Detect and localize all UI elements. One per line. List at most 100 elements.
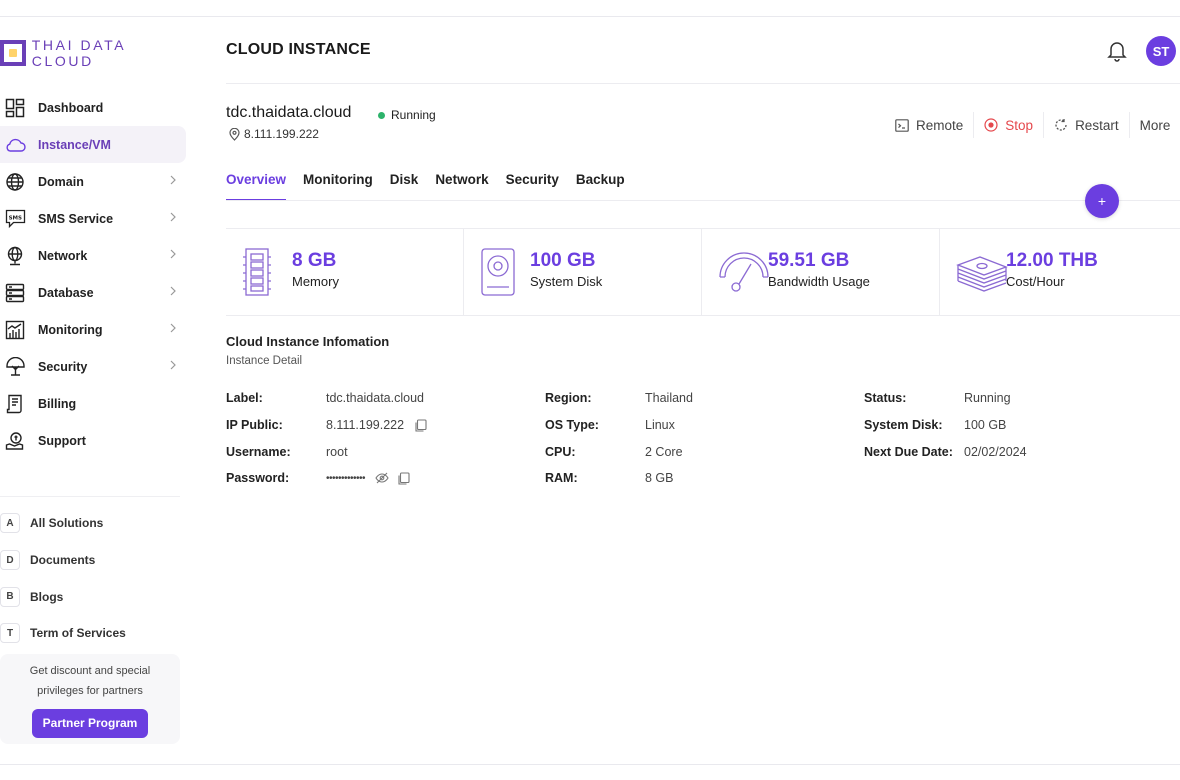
info-subtitle: Instance Detail <box>226 355 303 367</box>
eye-off-icon[interactable] <box>375 472 389 484</box>
sidebar-item-label: Monitoring <box>38 322 103 337</box>
database-icon <box>4 282 26 304</box>
stat-bandwidth: 59.51 GB Bandwidth Usage <box>702 229 940 315</box>
chevron-right-icon <box>170 323 176 333</box>
link-blogs[interactable]: B Blogs <box>0 578 192 615</box>
info-title: Cloud Instance Infomation <box>226 334 390 349</box>
link-all-solutions[interactable]: A All Solutions <box>0 505 192 542</box>
tab-disk[interactable]: Disk <box>390 172 419 201</box>
more-button[interactable]: More <box>1128 112 1180 138</box>
detail-value: Linux <box>645 418 675 432</box>
remote-button[interactable]: Remote <box>885 112 973 138</box>
stat-label: System Disk <box>530 274 603 289</box>
cloud-icon <box>4 134 26 156</box>
detail-system-disk: System Disk: 100 GB <box>864 417 1006 433</box>
detail-key: System Disk: <box>864 418 943 432</box>
detail-key: Status: <box>864 391 907 405</box>
detail-value-text: root <box>326 445 348 459</box>
detail-key: RAM: <box>545 471 578 485</box>
instance-actions: Remote Stop Restart More <box>885 112 1180 138</box>
link-label: Documents <box>30 553 96 568</box>
sidebar-item-label: Instance/VM <box>38 137 111 152</box>
sidebar-item-label: Dashboard <box>38 100 104 115</box>
stat-value: 100 GB <box>530 250 596 271</box>
sidebar-item-label: Database <box>38 285 94 300</box>
chevron-right-icon <box>170 175 176 185</box>
bottom-divider <box>0 764 1180 765</box>
sidebar-item-monitoring[interactable]: Monitoring <box>0 311 192 348</box>
add-button[interactable]: + <box>1085 184 1119 218</box>
detail-value-text: 2 Core <box>645 445 683 459</box>
detail-region: Region: Thailand <box>545 390 693 406</box>
tab-monitoring[interactable]: Monitoring <box>303 172 373 201</box>
link-term-of-services[interactable]: T Term of Services <box>0 615 192 652</box>
detail-key: OS Type: <box>545 418 599 432</box>
page-title: CLOUD INSTANCE <box>226 41 371 58</box>
copy-icon[interactable] <box>397 471 410 485</box>
restart-label: Restart <box>1075 117 1119 133</box>
detail-value-text: 02/02/2024 <box>964 445 1027 459</box>
detail-value-text: 8 GB <box>645 471 674 485</box>
instance-name: tdc.thaidata.cloud <box>226 104 352 121</box>
sidebar-item-sms[interactable]: SMS SMS Service <box>0 200 192 237</box>
link-documents[interactable]: D Documents <box>0 542 192 579</box>
restart-icon <box>1054 118 1068 132</box>
restart-button[interactable]: Restart <box>1043 112 1129 138</box>
sidebar-links: A All Solutions D Documents B Blogs T Te… <box>0 505 192 652</box>
stat-value: 59.51 GB <box>768 250 850 271</box>
instance-ip: 8.111.199.222 <box>229 127 319 141</box>
tab-network[interactable]: Network <box>435 172 488 201</box>
brand-logo[interactable]: THAI DATA CLOUD <box>0 37 192 69</box>
detail-value: 100 GB <box>964 418 1006 432</box>
bell-icon[interactable] <box>1107 40 1127 67</box>
brand-name: THAI DATA CLOUD <box>31 37 126 69</box>
detail-ram: RAM: 8 GB <box>545 470 674 486</box>
tab-overview[interactable]: Overview <box>226 172 287 201</box>
sidebar-item-label: Security <box>38 359 88 374</box>
stat-system-disk: 100 GB System Disk <box>464 229 702 315</box>
header-divider <box>226 83 1180 84</box>
detail-value-text: Thailand <box>645 391 693 405</box>
sidebar-item-security[interactable]: Security <box>0 348 192 385</box>
memory-icon <box>242 247 272 302</box>
shield-icon <box>4 356 26 378</box>
sidebar-item-network[interactable]: Network <box>0 237 192 274</box>
link-badge: D <box>0 550 20 571</box>
partner-program-button[interactable]: Partner Program <box>32 709 148 738</box>
detail-value: tdc.thaidata.cloud <box>326 391 424 405</box>
gauge-icon <box>718 247 770 302</box>
link-badge: T <box>0 623 20 644</box>
sidebar-item-database[interactable]: Database <box>0 274 192 311</box>
detail-ip-public: IP Public: 8.111.199.222 <box>226 417 427 433</box>
detail-value: 2 Core <box>645 445 683 459</box>
sidebar-item-domain[interactable]: Domain <box>0 163 192 200</box>
stat-cost-hour: 12.00 THB Cost/Hour <box>940 229 1178 315</box>
avatar[interactable]: ST <box>1146 36 1176 66</box>
tab-security[interactable]: Security <box>506 172 559 201</box>
link-label: Blogs <box>30 589 64 604</box>
detail-value: Thailand <box>645 391 693 405</box>
chevron-right-icon <box>170 360 176 370</box>
sidebar-item-dashboard[interactable]: Dashboard <box>0 89 192 126</box>
detail-status: Status: Running <box>864 390 1011 406</box>
promo-text: Get discount and special privileges for … <box>29 665 151 697</box>
tabs-divider <box>226 200 1180 201</box>
chevron-right-icon <box>170 212 176 222</box>
sidebar-item-label: Billing <box>38 396 77 411</box>
stat-value: 12.00 THB <box>1006 250 1098 271</box>
copy-icon[interactable] <box>414 418 427 432</box>
disk-icon <box>480 247 516 302</box>
tab-backup[interactable]: Backup <box>576 172 625 201</box>
terminal-icon <box>895 118 909 132</box>
sidebar-item-instance[interactable]: Instance/VM <box>0 126 186 163</box>
detail-label: Label: tdc.thaidata.cloud <box>226 390 424 406</box>
detail-value-text: 100 GB <box>964 418 1007 432</box>
sidebar-item-billing[interactable]: Billing <box>0 385 192 422</box>
status-dot-icon <box>378 111 385 119</box>
detail-key: Password: <box>226 471 290 485</box>
link-badge: A <box>0 513 20 534</box>
password-mask: ••••••••••••• <box>326 472 366 484</box>
stop-button[interactable]: Stop <box>973 112 1043 138</box>
detail-username: Username: root <box>226 444 348 460</box>
sidebar-item-support[interactable]: Support <box>0 422 192 459</box>
